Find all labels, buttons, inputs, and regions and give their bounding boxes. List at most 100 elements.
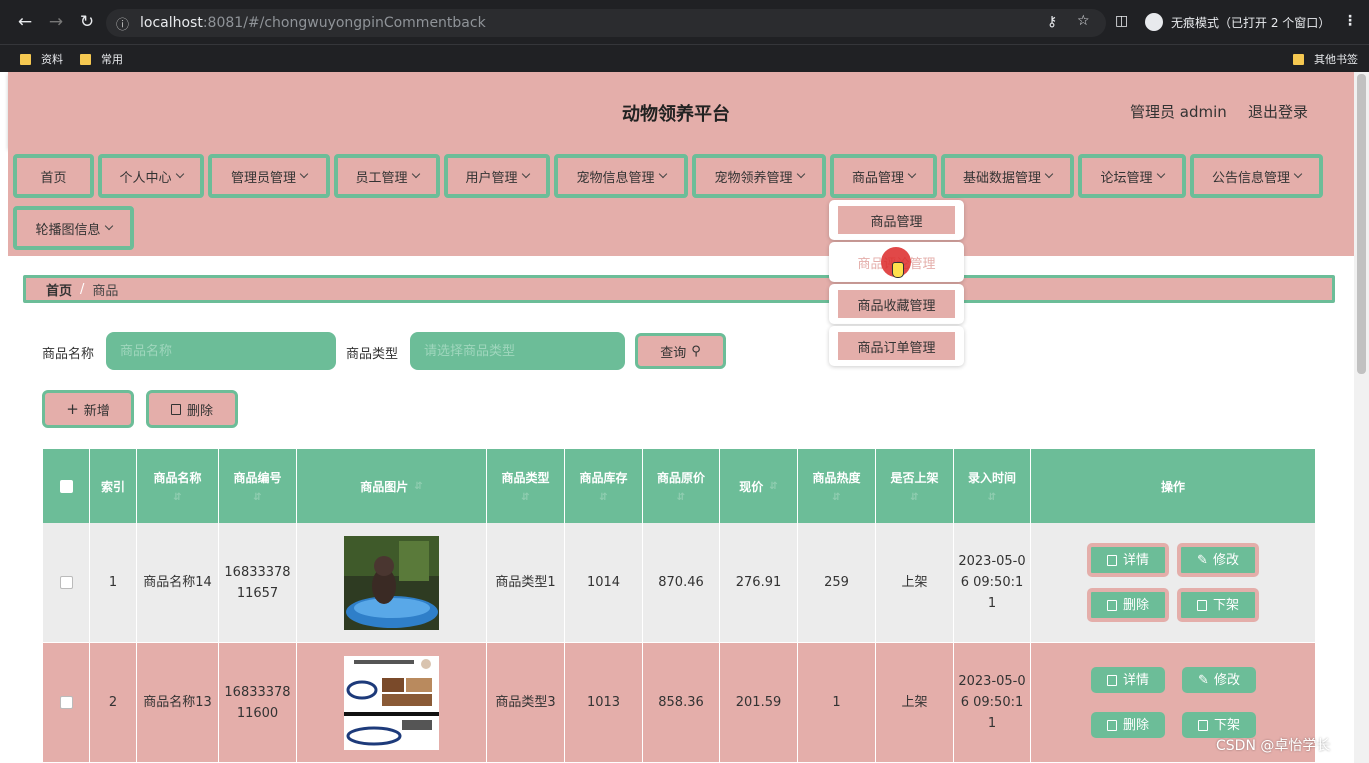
folder-icon: [20, 53, 31, 65]
nav-admin[interactable]: 管理员管理: [208, 154, 330, 198]
edit-button[interactable]: ✎ 修改: [1177, 543, 1259, 577]
bookmark-folder[interactable]: 常用: [80, 51, 123, 67]
cell-image: [297, 523, 487, 643]
key-icon[interactable]: ⚷: [1047, 14, 1057, 30]
table-header: 索引 商品名称 ⇵ 商品编号 ⇵ 商品图片 ⇵ 商品类型 ⇵ 商品库存 ⇵ 商品原价 ⇵ 现…: [43, 449, 1315, 523]
plus-icon: +: [66, 400, 79, 418]
col-price[interactable]: 现价 ⇵: [720, 449, 798, 523]
nav-label: 员工管理: [355, 170, 408, 186]
nav-goods[interactable]: 商品管理: [830, 154, 937, 198]
nav-label: 商品管理: [851, 170, 904, 186]
delete-button[interactable]: 删除: [1091, 712, 1165, 738]
row-checkbox[interactable]: [59, 576, 73, 589]
current-user: 管理员 admin: [1130, 103, 1227, 121]
nav-pet-info[interactable]: 宠物信息管理: [554, 154, 688, 198]
nav-forum[interactable]: 论坛管理: [1078, 154, 1186, 198]
trash-icon: [1106, 719, 1117, 731]
cell-code: 1683337811600: [219, 643, 297, 763]
chevron-down-icon: [1293, 169, 1303, 179]
sort-icon[interactable]: ⇵: [910, 492, 918, 503]
batch-delete-button[interactable]: 删除: [146, 390, 238, 428]
query-button[interactable]: 查询 ⚲: [635, 333, 726, 369]
logout-link[interactable]: 退出登录: [1248, 101, 1308, 122]
bookmarks-bar: 资料 常用 其他书签: [0, 44, 1369, 72]
breadcrumb-home[interactable]: 首页: [46, 280, 72, 299]
goods-name-input[interactable]: [106, 332, 336, 370]
page-scrollbar[interactable]: [1354, 72, 1369, 763]
edit-button[interactable]: ✎ 修改: [1182, 667, 1256, 693]
sort-icon[interactable]: ⇵: [599, 492, 607, 503]
nav-users[interactable]: 用户管理: [444, 154, 550, 198]
nav-carousel[interactable]: 轮播图信息: [13, 206, 134, 250]
cell-ops: 详情 ✎ 修改 删除 下架: [1031, 523, 1315, 643]
incognito-label: 无痕模式（已打开 2 个窗口）: [1171, 15, 1331, 30]
cell-type: 商品类型3: [487, 643, 565, 763]
chevron-down-icon: [521, 169, 530, 179]
chevron-down-icon: [796, 169, 805, 179]
bookmark-label: 常用: [101, 53, 123, 66]
sidepanel-icon[interactable]: ◫: [1115, 13, 1128, 29]
op-label: 删除: [1122, 717, 1149, 733]
forward-icon[interactable]: →: [45, 11, 67, 33]
sort-icon[interactable]: ⇵: [677, 492, 685, 503]
bookmark-folder[interactable]: 资料: [20, 51, 63, 67]
info-icon[interactable]: ⓘ: [116, 14, 132, 33]
cell-time: 2023-05-06 09:50:11: [954, 643, 1031, 763]
op-label: 下架: [1212, 597, 1239, 613]
scrollbar-thumb[interactable]: [1357, 74, 1366, 374]
nav-personal[interactable]: 个人中心: [98, 154, 204, 198]
col-shelf[interactable]: 是否上架 ⇵: [876, 449, 954, 523]
detail-button[interactable]: 详情: [1091, 667, 1165, 693]
chevron-down-icon: [104, 221, 113, 231]
collar-product-image[interactable]: [344, 655, 439, 750]
select-all-checkbox[interactable]: [59, 479, 73, 493]
menu-icon[interactable]: ⋮: [1343, 13, 1357, 29]
header-label: 商品图片: [360, 479, 409, 494]
sort-icon[interactable]: ⇵: [253, 492, 261, 503]
sort-icon[interactable]: ⇵: [414, 481, 422, 492]
col-hot[interactable]: 商品热度 ⇵: [798, 449, 876, 523]
sort-icon[interactable]: ⇵: [769, 481, 777, 492]
menu-item-goods-order[interactable]: 商品订单管理: [829, 326, 964, 366]
folder-icon: [1293, 53, 1304, 65]
sort-icon[interactable]: ⇵: [521, 492, 529, 503]
row-select-cell: [43, 523, 90, 643]
nav-base-data[interactable]: 基础数据管理: [941, 154, 1074, 198]
sort-icon[interactable]: ⇵: [988, 492, 996, 503]
delete-button[interactable]: 删除: [1087, 588, 1169, 622]
nav-notice[interactable]: 公告信息管理: [1190, 154, 1323, 198]
other-bookmarks[interactable]: 其他书签: [1293, 51, 1358, 67]
unshelf-button[interactable]: 下架: [1177, 588, 1259, 622]
nav-home[interactable]: 首页: [13, 154, 94, 198]
col-code[interactable]: 商品编号 ⇵: [219, 449, 297, 523]
menu-item-goods[interactable]: 商品管理: [829, 200, 964, 240]
col-name[interactable]: 商品名称 ⇵: [137, 449, 219, 523]
row-select-cell: [43, 643, 90, 763]
menu-item-goods-favorite[interactable]: 商品收藏管理: [829, 284, 964, 324]
incognito-indicator[interactable]: 无痕模式（已打开 2 个窗口）: [1145, 13, 1330, 31]
col-orig-price[interactable]: 商品原价 ⇵: [643, 449, 720, 523]
sort-icon[interactable]: ⇵: [832, 492, 840, 503]
goods-type-select[interactable]: [410, 332, 625, 370]
op-label: 修改: [1212, 552, 1239, 568]
header-label: 是否上架: [890, 471, 939, 485]
col-type[interactable]: 商品类型 ⇵: [487, 449, 565, 523]
sort-icon[interactable]: ⇵: [173, 492, 181, 503]
back-icon[interactable]: ←: [14, 11, 36, 33]
star-icon[interactable]: ☆: [1077, 13, 1090, 29]
breadcrumb-current: 商品: [92, 283, 119, 299]
col-stock[interactable]: 商品库存 ⇵: [565, 449, 643, 523]
dog-photo-image[interactable]: [344, 535, 439, 630]
add-button[interactable]: + 新增: [42, 390, 134, 428]
col-time[interactable]: 录入时间 ⇵: [954, 449, 1031, 523]
row-checkbox[interactable]: [59, 696, 73, 709]
col-image[interactable]: 商品图片 ⇵: [297, 449, 487, 523]
nav-adoption[interactable]: 宠物领养管理: [692, 154, 826, 198]
chevron-down-icon: [1044, 169, 1054, 179]
detail-button[interactable]: 详情: [1087, 543, 1169, 577]
reload-icon[interactable]: ↻: [76, 11, 98, 33]
address-bar[interactable]: ⓘ localhost :8081/#/chongwuyongpinCommen…: [106, 9, 1106, 37]
header-label: 商品热度: [812, 471, 861, 485]
nav-staff[interactable]: 员工管理: [334, 154, 440, 198]
trash-icon: [1106, 599, 1117, 611]
